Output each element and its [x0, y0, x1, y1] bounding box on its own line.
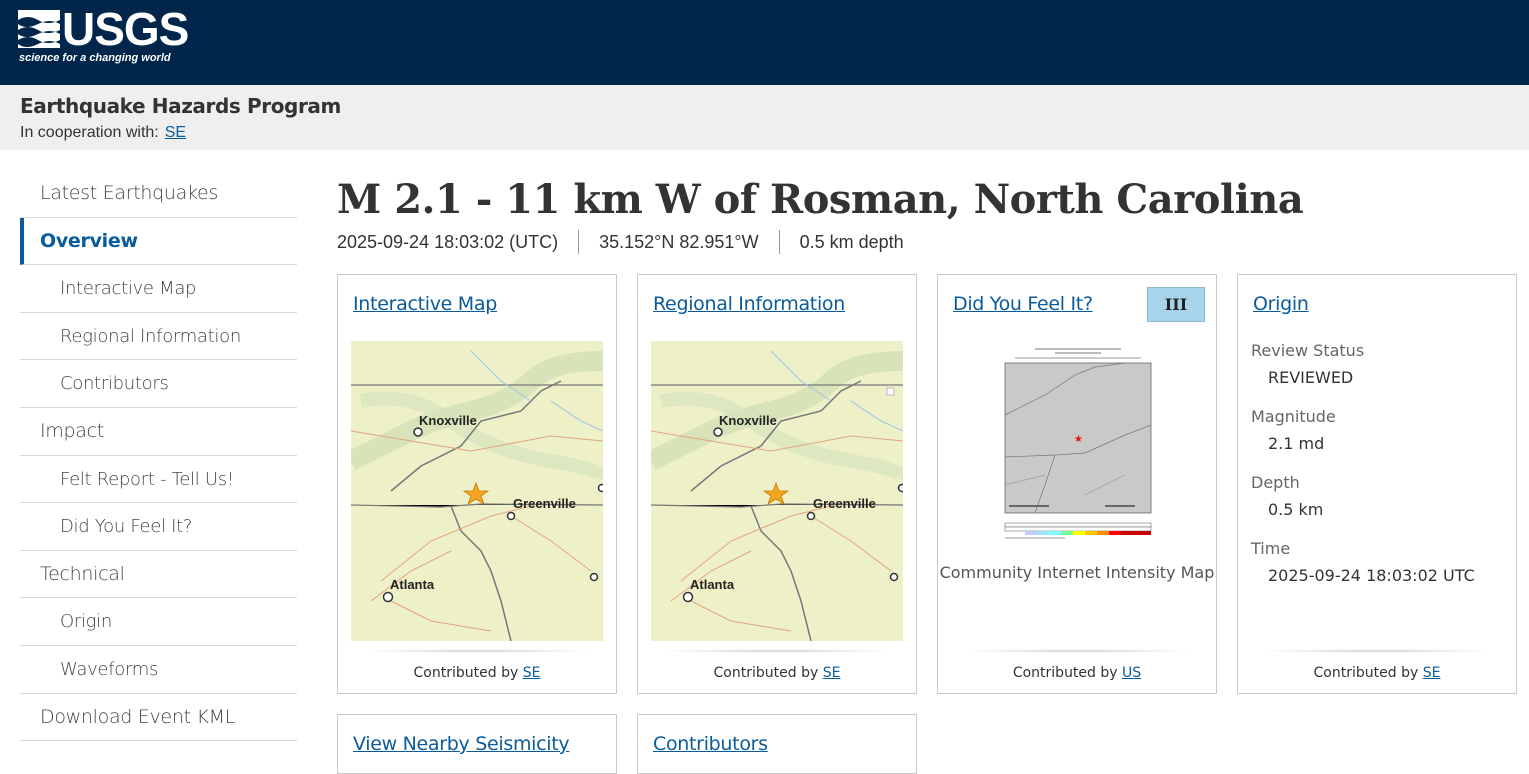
- event-title: M 2.1 - 11 km W of Rosman, North Carolin…: [337, 176, 1304, 223]
- sidebar-item-technical[interactable]: Technical: [20, 551, 297, 599]
- time-value: 2025-09-24 18:03:02 UTC: [1268, 566, 1475, 585]
- usgs-tagline: science for a changing world: [19, 52, 171, 64]
- contributors-link[interactable]: Contributors: [653, 733, 768, 755]
- sidebar-item-felt-report[interactable]: Felt Report - Tell Us!: [20, 456, 297, 504]
- origin-details: Review Status REVIEWED Magnitude 2.1 md …: [1251, 341, 1475, 605]
- contributed-label: Contributed by: [1012, 665, 1118, 681]
- sidebar-nav: Latest Earthquakes Overview Interactive …: [20, 170, 297, 742]
- dyfi-intensity-map-thumbnail[interactable]: ★: [985, 345, 1171, 545]
- map-label-atlanta: Atlanta: [390, 577, 435, 592]
- map-label-knoxville: Knoxville: [719, 413, 777, 428]
- card-divider: [958, 649, 1196, 653]
- card-footer: Contributed by US: [938, 665, 1216, 681]
- sidebar-item-interactive-map[interactable]: Interactive Map: [20, 265, 297, 313]
- sidebar-item-impact[interactable]: Impact: [20, 408, 297, 456]
- event-location: 35.152°N 82.951°W: [578, 230, 779, 254]
- dyfi-caption: Community Internet Intensity Map: [939, 563, 1215, 582]
- cooperation-label: In cooperation with:: [20, 124, 159, 141]
- cooperation-link[interactable]: SE: [165, 124, 186, 141]
- sidebar-item-overview[interactable]: Overview: [20, 217, 297, 266]
- time-label: Time: [1251, 539, 1291, 558]
- regional-information-card: Regional Information Knoxville Greenvill…: [637, 274, 917, 694]
- sidebar-item-waveforms[interactable]: Waveforms: [20, 646, 297, 694]
- card-divider: [1258, 649, 1496, 653]
- event-depth: 0.5 km depth: [778, 230, 924, 254]
- event-meta: 2025-09-24 18:03:02 (UTC) 35.152°N 82.95…: [337, 230, 924, 254]
- contributed-label: Contributed by: [713, 665, 819, 681]
- contributed-label: Contributed by: [1313, 665, 1419, 681]
- sidebar-item-download-kml[interactable]: Download Event KML: [20, 694, 297, 742]
- map-label-knoxville: Knoxville: [419, 413, 477, 428]
- usgs-logo[interactable]: USGS science for a changing world: [18, 3, 198, 68]
- interactive-map-thumbnail[interactable]: Knoxville Greenville Atlanta: [351, 341, 603, 641]
- event-time: 2025-09-24 18:03:02 (UTC): [337, 232, 559, 252]
- card-footer: Contributed by SE: [638, 665, 916, 681]
- sidebar-item-did-you-feel-it[interactable]: Did You Feel It?: [20, 503, 297, 551]
- sidebar-item-contributors[interactable]: Contributors: [20, 360, 297, 408]
- depth-label: Depth: [1251, 473, 1300, 492]
- origin-link[interactable]: Origin: [1253, 293, 1309, 315]
- nearby-seismicity-card: View Nearby Seismicity: [337, 714, 617, 774]
- card-footer: Contributed by SE: [1238, 665, 1516, 681]
- card-divider: [358, 649, 596, 653]
- nearby-seismicity-link[interactable]: View Nearby Seismicity: [353, 733, 570, 755]
- intensity-badge: III: [1147, 287, 1205, 322]
- epicenter-star-icon: ★: [1074, 434, 1083, 445]
- magnitude-label: Magnitude: [1251, 407, 1336, 426]
- magnitude-value: 2.1 md: [1268, 434, 1325, 453]
- contributor-link[interactable]: SE: [1423, 665, 1441, 681]
- contributed-label: Contributed by: [413, 665, 519, 681]
- cooperation-line: In cooperation with: SE: [20, 124, 186, 142]
- card-footer: Contributed by SE: [338, 665, 616, 681]
- card-divider: [658, 649, 896, 653]
- program-title[interactable]: Earthquake Hazards Program: [20, 94, 341, 118]
- review-status-label: Review Status: [1251, 341, 1365, 360]
- sidebar-item-origin[interactable]: Origin: [20, 598, 297, 646]
- contributors-card: Contributors: [637, 714, 917, 774]
- contributor-link[interactable]: SE: [823, 665, 841, 681]
- regional-information-link[interactable]: Regional Information: [653, 293, 845, 315]
- sidebar-item-regional-information[interactable]: Regional Information: [20, 313, 297, 361]
- map-label-greenville: Greenville: [813, 496, 876, 511]
- map-label-greenville: Greenville: [513, 496, 576, 511]
- sidebar-item-latest-earthquakes[interactable]: Latest Earthquakes: [20, 170, 297, 218]
- interactive-map-card: Interactive Map Knoxville Greenville Atl…: [337, 274, 617, 694]
- usgs-header-bar: USGS science for a changing world: [0, 0, 1529, 85]
- dyfi-link[interactable]: Did You Feel It?: [953, 293, 1093, 315]
- map-label-atlanta: Atlanta: [690, 577, 735, 592]
- contributor-link[interactable]: US: [1122, 665, 1141, 681]
- origin-card: Origin Review Status REVIEWED Magnitude …: [1237, 274, 1517, 694]
- regional-map-thumbnail[interactable]: Knoxville Greenville Atlanta: [651, 341, 903, 641]
- interactive-map-link[interactable]: Interactive Map: [353, 293, 497, 315]
- usgs-brand-text: USGS: [62, 3, 189, 55]
- contributor-link[interactable]: SE: [523, 665, 541, 681]
- review-status-value: REVIEWED: [1268, 368, 1354, 387]
- depth-value: 0.5 km: [1268, 500, 1324, 519]
- dyfi-card: Did You Feel It? III ★ Community Interne…: [937, 274, 1217, 694]
- usgs-wave-icon: [18, 10, 60, 48]
